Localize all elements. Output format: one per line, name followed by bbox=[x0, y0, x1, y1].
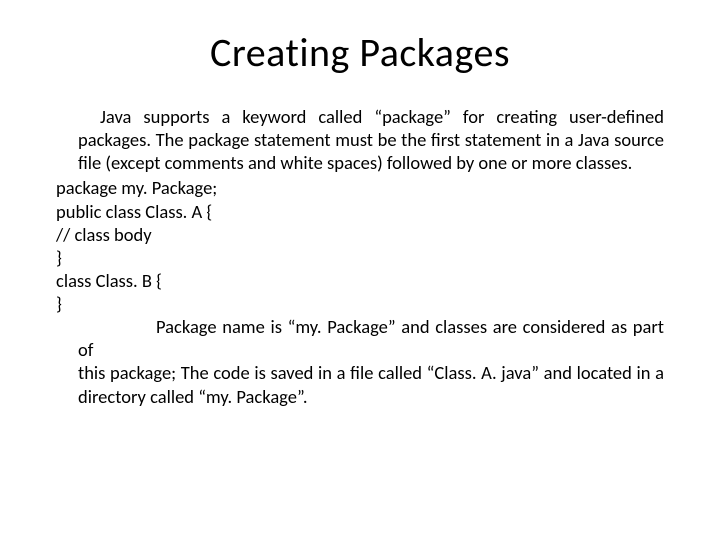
code-line-6: } bbox=[56, 292, 664, 315]
code-line-3: // class body bbox=[56, 223, 664, 246]
slide-title: Creating Packages bbox=[56, 28, 664, 77]
code-line-1: package my. Package; bbox=[56, 176, 664, 199]
code-line-2: public class Class. A { bbox=[56, 200, 664, 223]
code-line-5: class Class. B { bbox=[56, 269, 664, 292]
outro-paragraph-line2: this package; The code is saved in a fil… bbox=[78, 361, 664, 407]
slide: Creating Packages Java supports a keywor… bbox=[0, 0, 720, 540]
intro-paragraph: Java supports a keyword called “package”… bbox=[78, 105, 664, 174]
code-line-4: } bbox=[56, 246, 664, 269]
outro-paragraph-line1: Package name is “my. Package” and classe… bbox=[78, 315, 664, 361]
